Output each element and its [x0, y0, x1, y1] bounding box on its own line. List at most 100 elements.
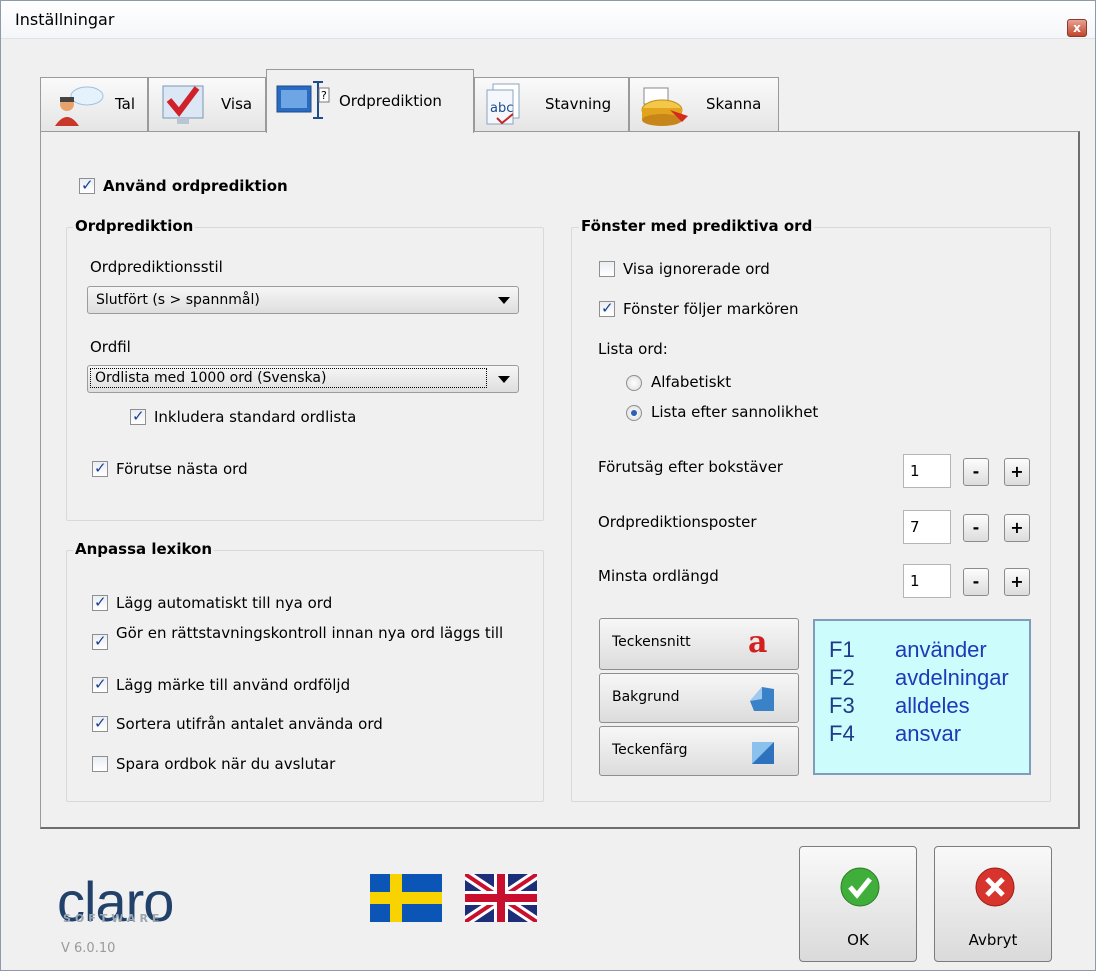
cancel-button[interactable]: Avbryt — [934, 846, 1052, 962]
color-swatch-icon — [750, 687, 774, 711]
entries-plus-button[interactable]: + — [1004, 514, 1030, 542]
preview-word: alldeles — [895, 693, 970, 718]
follow-cursor-label: Fönster följer markören — [623, 300, 799, 318]
scanner-icon — [641, 87, 688, 126]
predict-next-label: Förutse nästa ord — [116, 460, 248, 478]
close-button[interactable]: x — [1067, 19, 1087, 37]
after-letters-label: Förutsäg efter bokstäver — [598, 458, 783, 476]
min-length-label: Minsta ordlängd — [598, 567, 719, 585]
background-button-label: Bakgrund — [612, 689, 680, 705]
after-letters-input[interactable]: 1 — [903, 454, 951, 488]
font-button[interactable]: Teckensnitt a — [599, 618, 799, 670]
tab-stavning[interactable]: abc Stavning — [474, 77, 629, 131]
tab-skanna[interactable]: Skanna — [629, 77, 779, 131]
entries-input[interactable]: 7 — [903, 510, 951, 544]
tab-ordprediktion-label: Ordprediktion — [339, 92, 442, 110]
wordfile-dropdown-value: Ordlista med 1000 ord (Svenska) — [90, 368, 487, 388]
spellcheck-label-clip: Gör en rättstavningskontroll innan nya o… — [116, 625, 526, 655]
svg-text:?: ? — [321, 89, 327, 102]
uk-flag-icon[interactable] — [465, 874, 537, 922]
include-standard-checkbox[interactable] — [130, 407, 146, 425]
checkmark-icon — [840, 867, 880, 907]
entries-label: Ordprediktionsposter — [598, 513, 757, 531]
style-label: Ordprediktionsstil — [90, 258, 223, 276]
spellcheck-label: Gör en rättstavningskontroll innan nya o… — [116, 625, 504, 642]
save-dictionary-label: Spara ordbok när du avslutar — [116, 755, 336, 773]
settings-window: Inställningar x Tal Visa ? Ordprediktion — [0, 0, 1096, 971]
swedish-flag-icon[interactable] — [370, 874, 442, 922]
style-dropdown-value: Slutfört (s > spannmål) — [96, 292, 260, 308]
prediction-group-title: Ordprediktion — [73, 217, 196, 235]
tab-tal[interactable]: Tal — [40, 77, 148, 131]
word-order-label: Lägg märke till använd ordföljd — [116, 676, 351, 694]
use-prediction-checkbox[interactable] — [79, 176, 95, 194]
list-words-label: Lista ord: — [598, 340, 668, 358]
ok-button[interactable]: OK — [799, 846, 917, 962]
preview-key: F3 — [829, 693, 855, 718]
background-button[interactable]: Bakgrund — [599, 673, 799, 723]
font-letter-icon: a — [748, 625, 768, 660]
chevron-down-icon — [498, 297, 510, 304]
cancel-button-label: Avbryt — [968, 931, 1018, 949]
preview-key: F4 — [829, 721, 855, 746]
font-color-button-label: Teckenfärg — [612, 742, 688, 758]
probability-label: Lista efter sannolikhet — [651, 403, 819, 421]
min-length-plus-button[interactable]: + — [1004, 568, 1030, 596]
auto-add-checkbox[interactable] — [92, 593, 108, 611]
save-dictionary-checkbox[interactable] — [92, 756, 108, 772]
claro-logo-subtitle: SOFTWARE — [63, 912, 164, 925]
wordfile-label: Ordfil — [90, 338, 131, 356]
preview-word: ansvar — [895, 721, 962, 746]
chevron-down-icon — [498, 376, 510, 383]
preview-word: använder — [895, 637, 987, 662]
tab-tal-label: Tal — [115, 95, 136, 113]
include-standard-label: Inkludera standard ordlista — [154, 408, 357, 426]
preview-key: F2 — [829, 665, 855, 690]
speaker-person-icon — [55, 86, 104, 126]
lexicon-group-title: Anpassa lexikon — [73, 540, 215, 558]
preview-key: F1 — [829, 637, 855, 662]
entries-minus-button[interactable]: - — [963, 514, 989, 542]
after-letters-minus-button[interactable]: - — [963, 458, 989, 486]
follow-cursor-checkbox[interactable] — [599, 299, 615, 317]
show-ignored-checkbox[interactable] — [599, 261, 615, 277]
tab-stavning-label: Stavning — [545, 95, 612, 113]
tab-visa[interactable]: Visa — [148, 77, 266, 131]
word-order-checkbox[interactable] — [92, 675, 108, 693]
title-bar: Inställningar x — [1, 1, 1095, 39]
alphabetical-radio[interactable] — [626, 375, 642, 391]
spellcheck-checkbox[interactable] — [92, 632, 108, 650]
tab-skanna-label: Skanna — [706, 95, 762, 113]
prediction-preview: F1 använder F2 avdelningar F3 alldeles F… — [813, 619, 1031, 775]
probability-radio[interactable] — [626, 405, 642, 421]
abc-document-icon: abc — [486, 83, 520, 125]
sort-usage-checkbox[interactable] — [92, 714, 108, 732]
window-title: Inställningar — [15, 10, 115, 29]
cancel-x-icon — [975, 867, 1015, 907]
style-dropdown[interactable]: Slutfört (s > spannmål) — [87, 286, 519, 314]
show-ignored-label: Visa ignorerade ord — [623, 260, 770, 278]
checkmark-screen-icon — [162, 85, 204, 124]
alphabetical-label: Alfabetiskt — [651, 373, 732, 391]
min-length-value: 1 — [910, 572, 920, 590]
window-group-title: Fönster med prediktiva ord — [579, 217, 815, 235]
font-button-label: Teckensnitt — [612, 634, 691, 650]
min-length-input[interactable]: 1 — [903, 564, 951, 598]
tab-visa-label: Visa — [221, 95, 253, 113]
font-color-button[interactable]: Teckenfärg — [599, 726, 799, 776]
monitor-text-cursor-icon: ? — [276, 81, 330, 119]
after-letters-plus-button[interactable]: + — [1004, 458, 1030, 486]
version-label: V 6.0.10 — [61, 941, 116, 956]
use-prediction-label: Använd ordprediktion — [103, 177, 288, 195]
wordfile-dropdown[interactable]: Ordlista med 1000 ord (Svenska) — [87, 365, 519, 393]
sort-usage-label: Sortera utifrån antalet använda ord — [116, 715, 383, 733]
min-length-minus-button[interactable]: - — [963, 568, 989, 596]
ok-button-label: OK — [847, 931, 869, 949]
color-swatch-icon — [752, 742, 774, 764]
predict-next-checkbox[interactable] — [92, 459, 108, 477]
preview-word: avdelningar — [895, 665, 1009, 690]
auto-add-label: Lägg automatiskt till nya ord — [116, 594, 333, 612]
svg-text:abc: abc — [490, 101, 513, 116]
tab-ordprediktion[interactable]: ? Ordprediktion — [266, 69, 474, 133]
after-letters-value: 1 — [910, 462, 920, 480]
